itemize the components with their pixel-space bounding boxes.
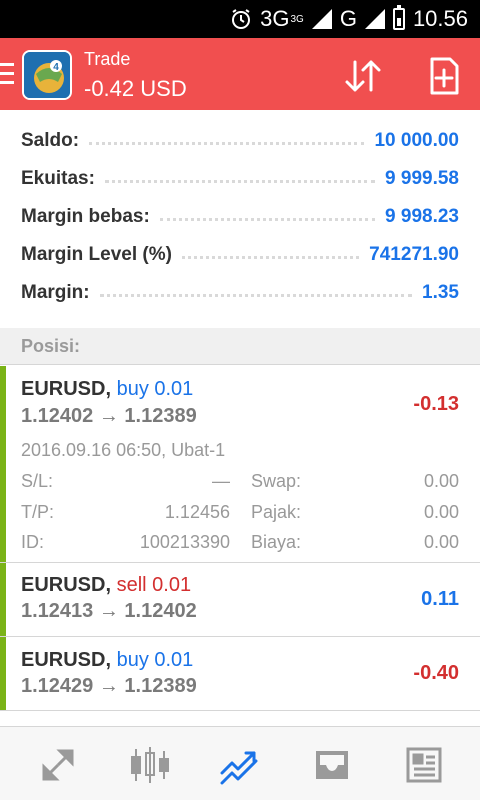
network-type-2: G: [339, 6, 357, 31]
position-indicator: [0, 637, 6, 710]
position-prices: 1.12402 → 1.12389: [21, 405, 197, 427]
equity-row: Ekuitas: 9 999.58: [0, 160, 480, 198]
battery-icon: [392, 5, 405, 30]
balance-row: Saldo: 10 000.00: [0, 122, 480, 160]
sl-label: S/L:: [21, 471, 54, 491]
fee-label: Biaya:: [251, 532, 302, 552]
network-type: 3G 3G: [260, 6, 304, 31]
sort-icon[interactable]: [343, 56, 383, 96]
balance-value: 10 000.00: [374, 130, 459, 151]
position-profit: -0.40: [413, 662, 459, 684]
fee-value: 0.00: [423, 532, 459, 552]
new-order-icon[interactable]: [424, 56, 464, 96]
position-row[interactable]: EURUSD, buy 0.01 1.12429 → 1.12389 -0.40: [0, 637, 480, 711]
app-logo[interactable]: 4: [22, 50, 72, 100]
news-icon[interactable]: [402, 743, 446, 787]
position-symbol: EURUSD, buy 0.01: [21, 378, 194, 400]
position-profit: -0.13: [413, 393, 459, 415]
position-indicator: [0, 366, 6, 562]
position-prices: 1.12413 → 1.12402: [21, 600, 197, 622]
status-bar: 3G 3G G 10.56: [0, 0, 480, 38]
margin-level-row: Margin Level (%) 741271.90: [0, 236, 480, 274]
position-open-time: 2016.09.16 06:50, Ubat-1: [21, 440, 226, 460]
margin-value: 1.35: [422, 282, 459, 303]
position-symbol: EURUSD, sell 0.01: [21, 574, 192, 596]
position-type: sell 0.01: [116, 574, 192, 596]
menu-icon[interactable]: [0, 63, 14, 85]
app-header: 4 Trade -0.42 USD: [0, 38, 480, 110]
position-indicator: [0, 563, 6, 636]
chart-icon[interactable]: [128, 743, 172, 787]
free-margin-value: 9 998.23: [385, 206, 459, 227]
swap-label: Swap:: [251, 471, 302, 491]
tax-label: Pajak:: [251, 502, 302, 522]
position-profit: 0.11: [421, 588, 459, 610]
equity-value: 9 999.58: [385, 168, 459, 189]
id-value: 100213390: [139, 532, 230, 552]
trade-icon[interactable]: [218, 743, 262, 787]
margin-level-label: Margin Level (%): [21, 244, 172, 265]
clock: 10.56: [412, 6, 468, 31]
position-row[interactable]: EURUSD, sell 0.01 1.12413 → 1.12402 0.11: [0, 563, 480, 637]
margin-label: Margin:: [21, 282, 90, 303]
signal-icon: [311, 9, 332, 29]
bottom-nav: [0, 726, 480, 800]
equity-label: Ekuitas:: [21, 168, 95, 189]
position-symbol: EURUSD, buy 0.01: [21, 649, 194, 671]
tax-value: 0.00: [423, 502, 459, 522]
id-label: ID:: [21, 532, 45, 552]
position-type: buy 0.01: [116, 378, 194, 400]
header-title: Trade: [84, 49, 131, 69]
tp-label: T/P:: [21, 502, 55, 522]
account-summary: Saldo: 10 000.00 Ekuitas: 9 999.58 Margi…: [0, 122, 480, 312]
margin-level-value: 741271.90: [369, 244, 459, 265]
margin-row: Margin: 1.35: [0, 274, 480, 312]
position-type: buy 0.01: [116, 649, 194, 671]
positions-header: Posisi:: [0, 328, 480, 365]
signal-icon-2: [364, 9, 385, 29]
position-row[interactable]: EURUSD, buy 0.01 1.12402 → 1.12389 -0.13…: [0, 366, 480, 563]
swap-value: 0.00: [423, 471, 459, 491]
history-icon[interactable]: [310, 743, 354, 787]
quotes-icon[interactable]: [36, 743, 80, 787]
header-profit: -0.42 USD: [84, 76, 187, 101]
sl-value: —: [212, 471, 230, 491]
alarm-icon: [230, 8, 252, 30]
svg-text:4: 4: [53, 62, 59, 73]
free-margin-label: Margin bebas:: [21, 206, 150, 227]
balance-label: Saldo:: [21, 130, 80, 151]
position-prices: 1.12429 → 1.12389: [21, 675, 197, 697]
free-margin-row: Margin bebas: 9 998.23: [0, 198, 480, 236]
tp-value: 1.12456: [164, 502, 230, 522]
